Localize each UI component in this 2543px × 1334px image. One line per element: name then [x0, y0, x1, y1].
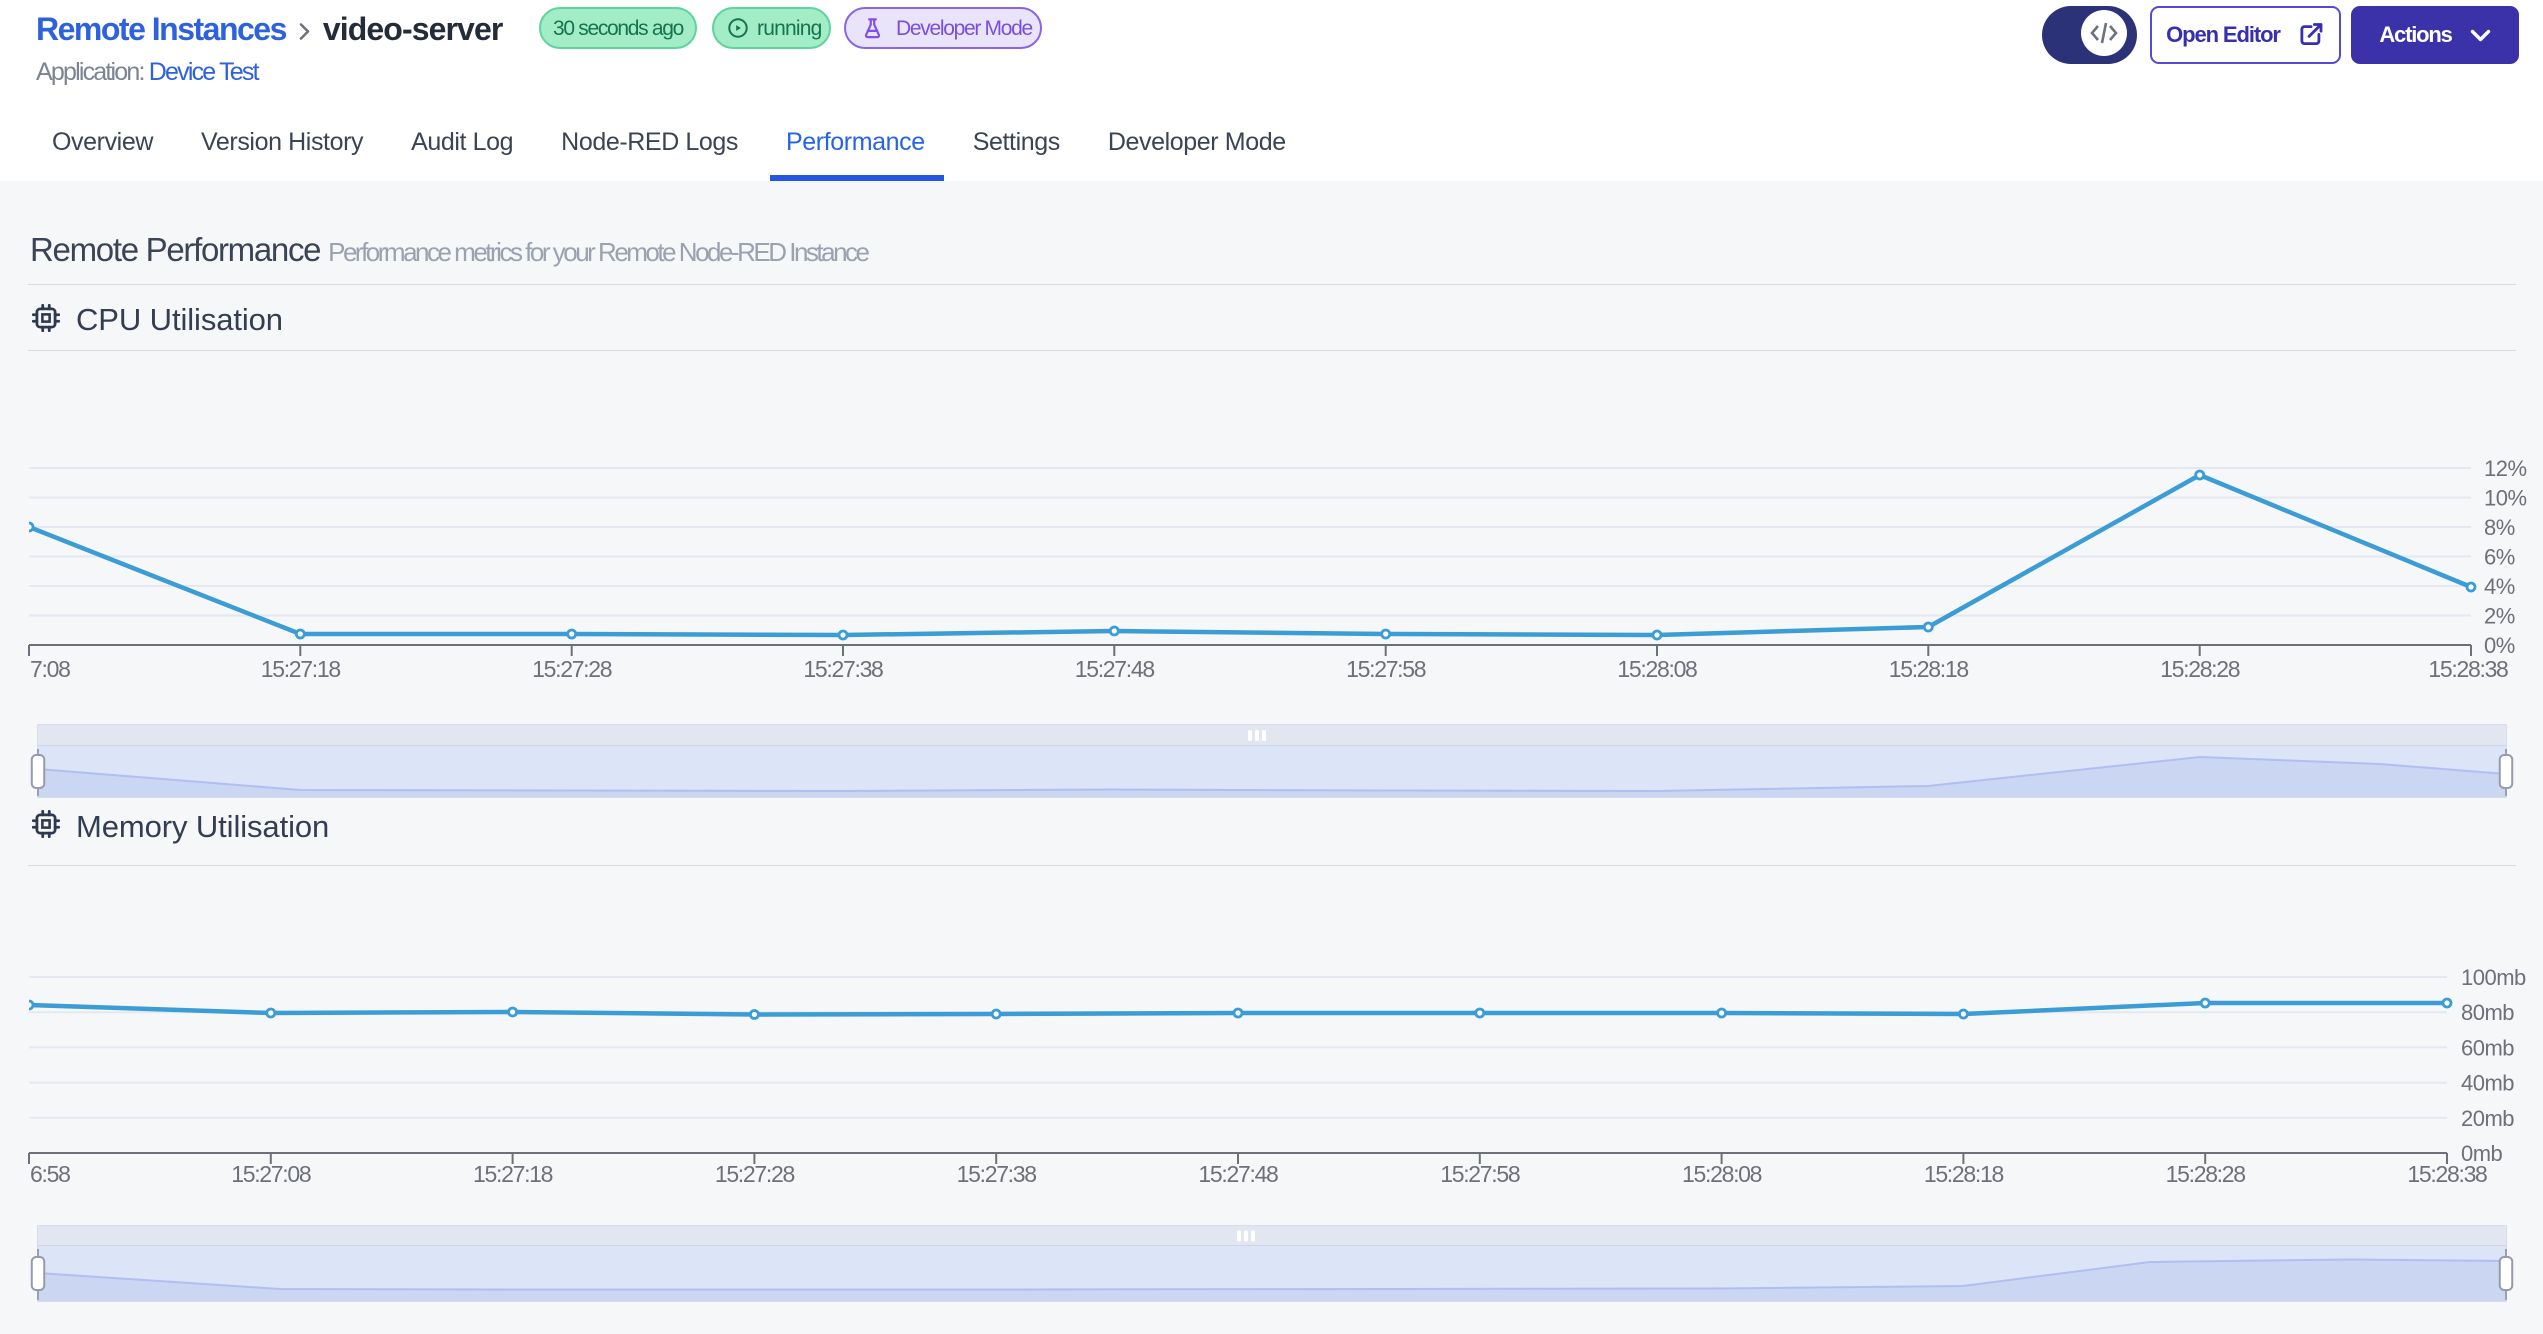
svg-text:15:28:28: 15:28:28: [2166, 1161, 2246, 1187]
svg-text:15:27:08: 15:27:08: [231, 1161, 311, 1187]
svg-text:15:27:48: 15:27:48: [1075, 656, 1155, 682]
svg-text:15:27:28: 15:27:28: [532, 656, 612, 682]
svg-text:15:27:58: 15:27:58: [1440, 1161, 1520, 1187]
svg-text:6:58: 6:58: [30, 1161, 70, 1187]
svg-text:15:28:18: 15:28:18: [1889, 656, 1969, 682]
svg-text:4%: 4%: [2484, 574, 2515, 599]
svg-text:20mb: 20mb: [2461, 1106, 2514, 1131]
svg-text:6%: 6%: [2484, 545, 2515, 570]
svg-text:15:27:18: 15:27:18: [261, 656, 341, 682]
svg-text:8%: 8%: [2484, 515, 2515, 540]
svg-text:15:28:28: 15:28:28: [2160, 656, 2240, 682]
svg-text:80mb: 80mb: [2461, 1000, 2514, 1025]
svg-text:15:27:38: 15:27:38: [957, 1161, 1037, 1187]
svg-text:15:27:28: 15:27:28: [715, 1161, 795, 1187]
svg-text:12%: 12%: [2484, 456, 2527, 481]
svg-text:15:27:48: 15:27:48: [1198, 1161, 1278, 1187]
svg-text:100mb: 100mb: [2461, 965, 2526, 990]
svg-text:15:27:58: 15:27:58: [1346, 656, 1426, 682]
svg-text:15:28:38: 15:28:38: [2407, 1161, 2487, 1187]
svg-text:15:28:18: 15:28:18: [1924, 1161, 2004, 1187]
svg-text:15:28:08: 15:28:08: [1682, 1161, 1762, 1187]
svg-text:15:27:38: 15:27:38: [803, 656, 883, 682]
svg-text:15:28:08: 15:28:08: [1617, 656, 1697, 682]
svg-text:2%: 2%: [2484, 604, 2515, 629]
svg-text:10%: 10%: [2484, 486, 2527, 511]
svg-text:15:27:18: 15:27:18: [473, 1161, 553, 1187]
svg-text:40mb: 40mb: [2461, 1071, 2514, 1096]
svg-text:60mb: 60mb: [2461, 1035, 2514, 1060]
svg-text:7:08: 7:08: [30, 656, 70, 682]
svg-text:15:28:38: 15:28:38: [2428, 656, 2508, 682]
svg-text:0%: 0%: [2484, 633, 2515, 658]
